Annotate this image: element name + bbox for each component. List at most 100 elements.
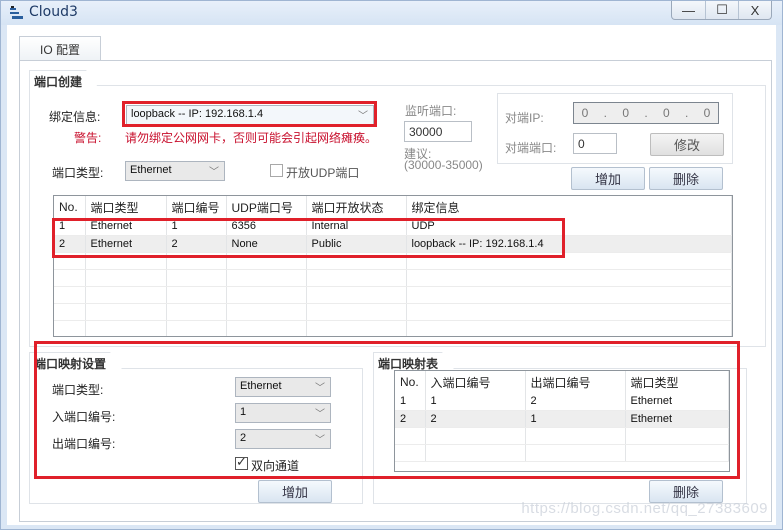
tab-io-config[interactable]: IO 配置 xyxy=(19,36,101,61)
chevron-down-icon: ﹀ xyxy=(358,111,368,122)
column-header[interactable]: No. xyxy=(395,371,426,393)
cell: 2 xyxy=(395,410,426,428)
cell: 2 xyxy=(425,410,526,428)
empty-row xyxy=(54,252,732,270)
peer-port-value: 0 xyxy=(578,137,585,151)
cell: 2 xyxy=(166,235,227,253)
column-header[interactable]: No. xyxy=(54,196,86,218)
chevron-down-icon: ﹀ xyxy=(209,167,219,178)
title-bar[interactable]: Cloud3 — ☐ X xyxy=(1,1,782,25)
ip-octet-4: 0 xyxy=(703,106,711,120)
cell: 6356 xyxy=(226,218,307,236)
window-controls: — ☐ X xyxy=(671,1,772,20)
window-title: Cloud3 xyxy=(29,4,78,20)
table-row[interactable]: 1 Ethernet 1 6356 Internal UDP xyxy=(54,218,732,236)
ip-octet-1: 0 xyxy=(581,106,589,120)
table-row[interactable]: 1 1 2 Ethernet xyxy=(395,393,729,411)
cell: Ethernet xyxy=(625,393,729,411)
column-header[interactable]: 端口开放状态 xyxy=(306,196,407,218)
minimize-button[interactable]: — xyxy=(672,1,705,19)
cell: 1 xyxy=(54,218,86,236)
table-row[interactable]: 2 2 1 Ethernet xyxy=(395,410,729,428)
suggest-range: (30000-35000) xyxy=(404,158,483,172)
maximize-icon: ☐ xyxy=(716,2,728,17)
port-type-select[interactable]: Ethernet ﹀ xyxy=(125,161,225,181)
maximize-button[interactable]: ☐ xyxy=(705,1,738,19)
port-type-label: 端口类型: xyxy=(52,166,104,180)
in-port-label: 入端口编号: xyxy=(52,410,116,424)
cell: 1 xyxy=(166,218,227,236)
binding-label: 绑定信息: xyxy=(49,110,101,124)
cell: Ethernet xyxy=(85,218,167,236)
ip-dot: . xyxy=(644,106,648,120)
port-table: No. 端口类型 端口编号 UDP端口号 端口开放状态 绑定信息 1 Ether… xyxy=(53,195,733,337)
table-header: No. 入端口编号 出端口编号 端口类型 xyxy=(395,371,729,393)
modify-button[interactable]: 修改 xyxy=(650,133,724,156)
cell: Internal xyxy=(306,218,407,236)
bidirectional-checkbox[interactable] xyxy=(235,454,248,470)
cloud3-window: Cloud3 — ☐ X IO 配置 端口创建 绑定信息: loopback -… xyxy=(0,0,783,530)
table-row[interactable]: 2 Ethernet 2 None Public loopback -- IP:… xyxy=(54,235,732,253)
cell: loopback -- IP: 192.168.1.4 xyxy=(406,235,732,253)
column-header[interactable]: 端口编号 xyxy=(166,196,227,218)
close-button[interactable]: X xyxy=(738,1,771,19)
chevron-down-icon: ﹀ xyxy=(315,383,325,394)
io-config-panel: 端口创建 绑定信息: loopback -- IP: 192.168.1.4 ﹀… xyxy=(19,60,772,522)
table-header: No. 端口类型 端口编号 UDP端口号 端口开放状态 绑定信息 xyxy=(54,196,732,218)
empty-row xyxy=(54,269,732,287)
peer-ip-label: 对端IP: xyxy=(505,111,544,125)
map-port-type-value: Ethernet xyxy=(240,380,282,392)
column-header[interactable]: 绑定信息 xyxy=(406,196,732,218)
out-port-value: 2 xyxy=(240,432,247,444)
chevron-down-icon: ﹀ xyxy=(315,409,325,420)
empty-row xyxy=(54,303,732,321)
cloud-app-icon xyxy=(10,6,23,19)
cell: Ethernet xyxy=(625,410,729,428)
peer-ip-input[interactable]: 0. 0. 0. 0 xyxy=(573,102,719,124)
tab-label: IO 配置 xyxy=(39,42,80,57)
warning-label: 警告: xyxy=(74,131,102,145)
cell: 1 xyxy=(395,393,426,411)
empty-row xyxy=(395,427,729,445)
delete-port-label: 删除 xyxy=(672,172,699,187)
chevron-down-icon: ﹀ xyxy=(315,435,325,446)
watermark: https://blog.csdn.net/qq_27383609 xyxy=(521,500,768,517)
column-header[interactable]: 入端口编号 xyxy=(425,371,526,393)
listen-port-value: 30000 xyxy=(409,125,443,139)
column-header[interactable]: 端口类型 xyxy=(85,196,167,218)
in-port-value: 1 xyxy=(240,406,247,418)
column-header[interactable]: 端口类型 xyxy=(625,371,729,393)
cell: Ethernet xyxy=(85,235,167,253)
cell: 2 xyxy=(525,393,626,411)
ip-dot: . xyxy=(603,106,607,120)
port-mapping-settings-title: 端口映射设置 xyxy=(29,352,126,375)
add-mapping-button[interactable]: 增加 xyxy=(258,480,332,503)
cell: UDP xyxy=(406,218,732,236)
binding-select[interactable]: loopback -- IP: 192.168.1.4 ﹀ xyxy=(126,105,374,125)
open-udp-checkbox[interactable] xyxy=(270,164,283,177)
peer-port-label: 对端端口: xyxy=(505,141,557,155)
ip-dot: . xyxy=(684,106,689,120)
column-header[interactable]: 出端口编号 xyxy=(525,371,626,393)
ip-octet-2: 0 xyxy=(622,106,629,120)
column-header[interactable]: UDP端口号 xyxy=(226,196,307,218)
empty-row xyxy=(54,286,732,304)
peer-port-input[interactable]: 0 xyxy=(573,133,617,154)
in-port-select[interactable]: 1 ﹀ xyxy=(235,403,331,423)
out-port-label: 出端口编号: xyxy=(52,437,116,451)
cell: 2 xyxy=(54,235,86,253)
out-port-select[interactable]: 2 ﹀ xyxy=(235,429,331,449)
map-port-type-select[interactable]: Ethernet ﹀ xyxy=(235,377,331,397)
mapping-table: No. 入端口编号 出端口编号 端口类型 1 1 2 Ethernet 2 2 … xyxy=(394,370,730,472)
cell: 1 xyxy=(425,393,526,411)
delete-mapping-label: 删除 xyxy=(672,485,699,500)
cell: 1 xyxy=(525,410,626,428)
listen-port-input[interactable]: 30000 xyxy=(404,121,472,142)
add-port-button[interactable]: 增加 xyxy=(571,167,645,190)
cell: Public xyxy=(306,235,407,253)
cell: None xyxy=(226,235,307,253)
empty-row xyxy=(54,320,732,336)
empty-row xyxy=(395,444,729,462)
open-udp-label: 开放UDP端口 xyxy=(286,166,360,180)
delete-port-button[interactable]: 删除 xyxy=(649,167,723,190)
